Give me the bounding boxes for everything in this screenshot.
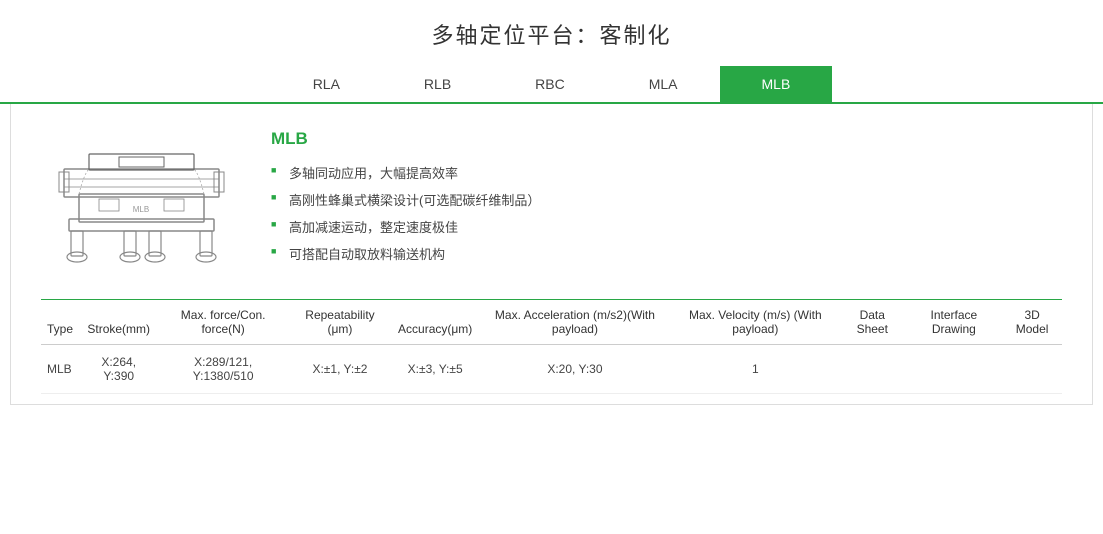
col-header-repeatability: Repeatability (μm): [288, 300, 392, 345]
feature-list: 多轴同动应用，大幅提高效率 高刚性蜂巢式横梁设计(可选配碳纤维制品） 高加减速运…: [271, 163, 1062, 263]
page-title: 多轴定位平台：客制化: [0, 0, 1103, 66]
col-header-datasheet: Data Sheet: [839, 300, 905, 345]
col-header-accuracy: Accuracy(μm): [392, 300, 478, 345]
col-header-velocity: Max. Velocity (m/s) (With payload): [672, 300, 839, 345]
datasheet-link[interactable]: [862, 358, 882, 378]
product-details: MLB 多轴同动应用，大幅提高效率 高刚性蜂巢式横梁设计(可选配碳纤维制品） 高…: [271, 124, 1062, 271]
cell-force: X:289/121, Y:1380/510: [158, 345, 288, 394]
col-header-3dmodel: 3D Model: [1002, 300, 1062, 345]
cell-type: MLB: [41, 345, 79, 394]
cell-stroke: X:264, Y:390: [79, 345, 158, 394]
product-image-box: MLB: [41, 124, 241, 279]
feature-item-2: 高刚性蜂巢式横梁设计(可选配碳纤维制品）: [271, 190, 1062, 209]
tab-mlb[interactable]: MLB: [720, 66, 833, 102]
tab-rla[interactable]: RLA: [271, 66, 382, 102]
feature-item-3: 高加减速运动，整定速度极佳: [271, 217, 1062, 236]
content-area: MLB MLB 多轴同动应用，大幅提高效率 高刚性蜂巢式横梁设计(可选配碳纤维制…: [10, 104, 1093, 405]
product-section: MLB MLB 多轴同动应用，大幅提高效率 高刚性蜂巢式横梁设计(可选配碳纤维制…: [41, 124, 1062, 299]
cell-datasheet: [839, 345, 905, 394]
cell-repeatability: X:±1, Y:±2: [288, 345, 392, 394]
table-header-row: Type Stroke(mm) Max. force/Con. force(N)…: [41, 300, 1062, 345]
table-section: Type Stroke(mm) Max. force/Con. force(N)…: [41, 300, 1062, 394]
cell-accuracy: X:±3, Y:±5: [392, 345, 478, 394]
cell-3dmodel: [1002, 345, 1062, 394]
svg-text:MLB: MLB: [132, 205, 148, 214]
col-header-acceleration: Max. Acceleration (m/s2)(With payload): [478, 300, 671, 345]
product-svg: MLB: [49, 124, 234, 279]
tab-rbc[interactable]: RBC: [493, 66, 607, 102]
tab-rlb[interactable]: RLB: [382, 66, 493, 102]
col-header-stroke: Stroke(mm): [79, 300, 158, 345]
cell-velocity: 1: [672, 345, 839, 394]
product-name: MLB: [271, 129, 1062, 149]
col-header-interface: Interface Drawing: [905, 300, 1002, 345]
interface-drawing-link[interactable]: [944, 358, 964, 378]
table-row: MLB X:264, Y:390 X:289/121, Y:1380/510 X…: [41, 345, 1062, 394]
3dmodel-link[interactable]: [1022, 358, 1042, 378]
cell-interface-drawing: [905, 345, 1002, 394]
product-image: MLB: [49, 124, 234, 279]
specs-table: Type Stroke(mm) Max. force/Con. force(N)…: [41, 300, 1062, 394]
col-header-type: Type: [41, 300, 79, 345]
tabs-bar: RLA RLB RBC MLA MLB: [0, 66, 1103, 104]
cell-acceleration: X:20, Y:30: [478, 345, 671, 394]
col-header-force: Max. force/Con. force(N): [158, 300, 288, 345]
tab-mla[interactable]: MLA: [607, 66, 720, 102]
feature-item-1: 多轴同动应用，大幅提高效率: [271, 163, 1062, 182]
feature-item-4: 可搭配自动取放料输送机构: [271, 244, 1062, 263]
